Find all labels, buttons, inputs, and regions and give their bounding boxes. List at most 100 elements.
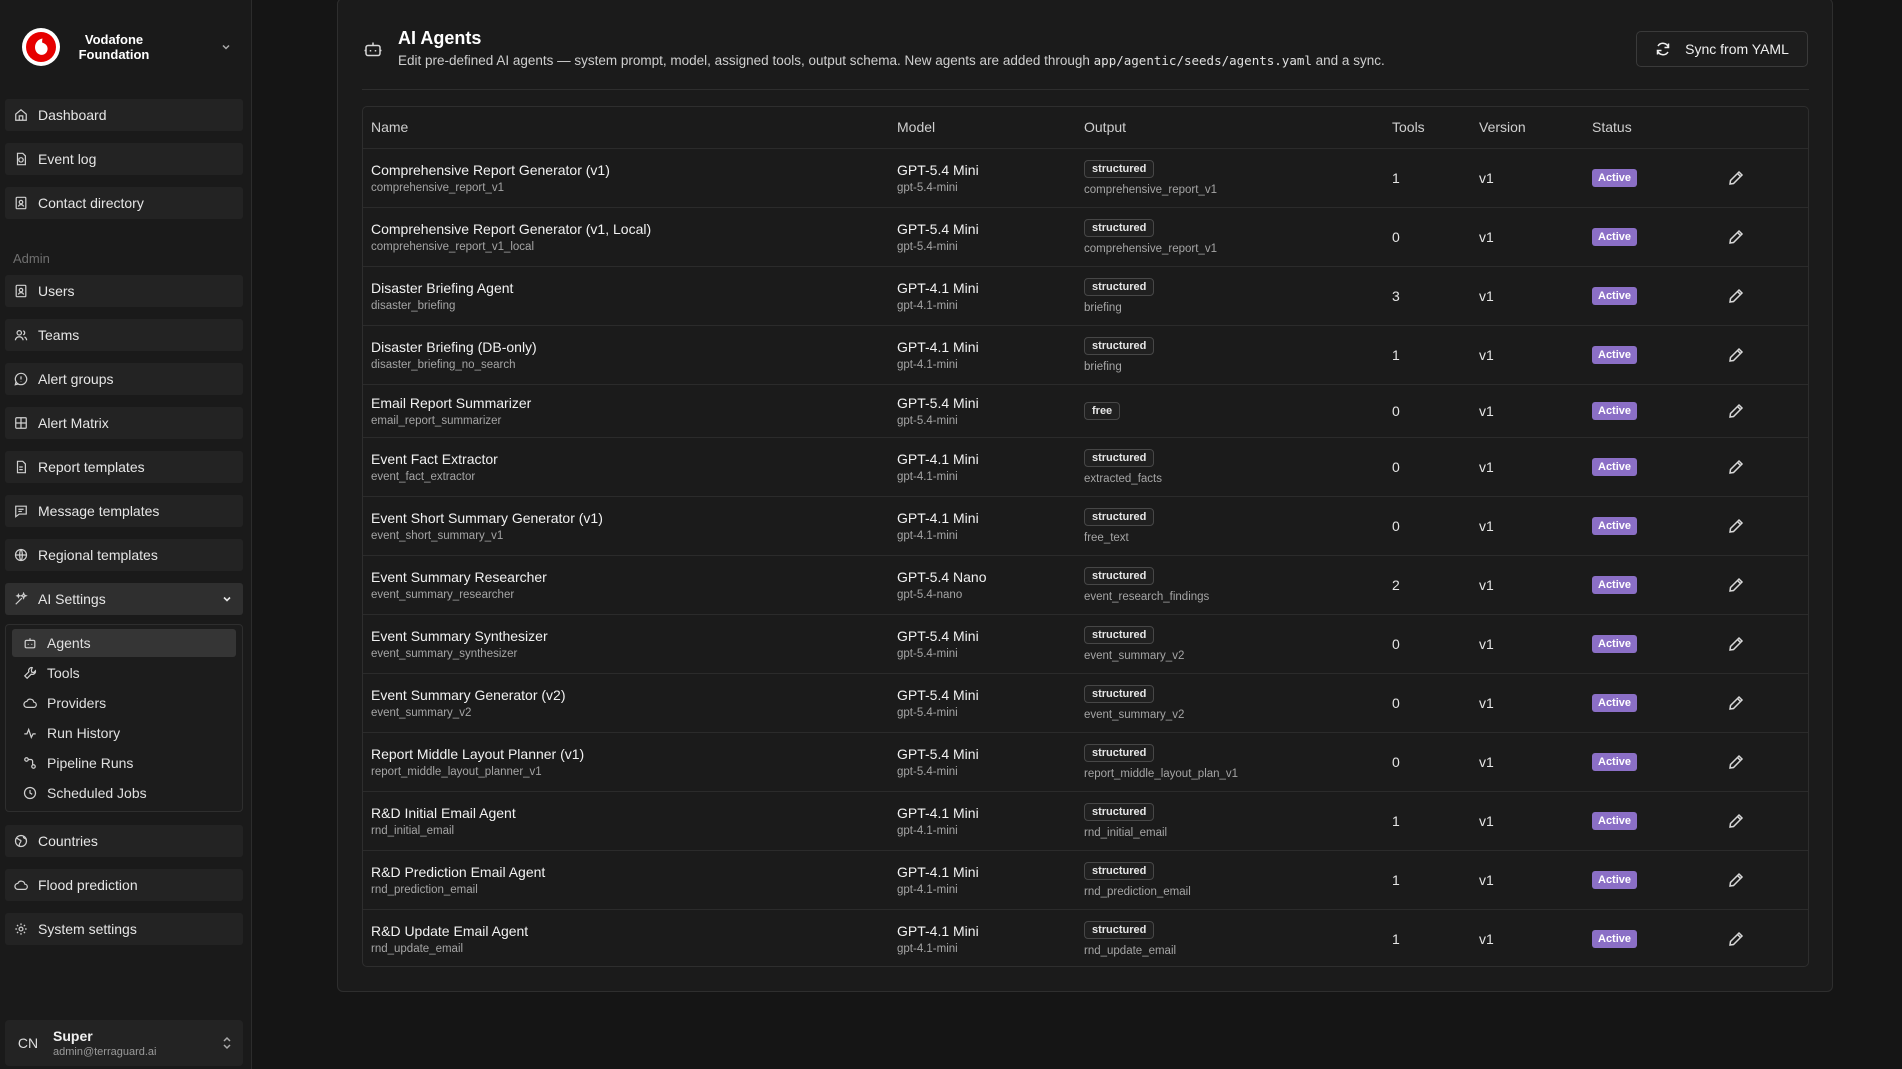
nav-report-templates[interactable]: Report templates bbox=[5, 451, 243, 483]
agent-name: Comprehensive Report Generator (v1) bbox=[371, 162, 610, 178]
nav-teams[interactable]: Teams bbox=[5, 319, 243, 351]
table-row[interactable]: Email Report Summarizer email_report_summ… bbox=[363, 384, 1808, 437]
nav-teams-label: Teams bbox=[38, 327, 80, 343]
table-row[interactable]: Event Short Summary Generator (v1) event_… bbox=[363, 496, 1808, 555]
agent-slug: rnd_initial_email bbox=[371, 825, 455, 837]
output-cell: structured rnd_update_email bbox=[1084, 920, 1176, 957]
agent-version: v1 bbox=[1479, 577, 1494, 593]
table-row[interactable]: Event Summary Researcher event_summary_re… bbox=[363, 555, 1808, 614]
nav-regional-templates[interactable]: Regional templates bbox=[5, 539, 243, 571]
subnav-run-history[interactable]: Run History bbox=[12, 719, 236, 747]
nav-users[interactable]: Users bbox=[5, 275, 243, 307]
edit-agent-button[interactable] bbox=[1728, 459, 1744, 475]
agent-name: Report Middle Layout Planner (v1) bbox=[371, 746, 585, 762]
edit-agent-button[interactable] bbox=[1728, 754, 1744, 770]
nav-flood-prediction[interactable]: Flood prediction bbox=[5, 869, 243, 901]
agent-slug: event_short_summary_v1 bbox=[371, 530, 504, 542]
status-badge: Active bbox=[1592, 576, 1638, 594]
brand-name-line1: Vodafone bbox=[84, 32, 144, 47]
nav-ai-settings[interactable]: AI Settings bbox=[5, 583, 243, 615]
table-row[interactable]: Comprehensive Report Generator (v1) compr… bbox=[363, 148, 1808, 207]
model-cell: GPT-5.4 Mini gpt-5.4-mini bbox=[897, 162, 979, 194]
subnav-pipeline-runs-label: Pipeline Runs bbox=[47, 755, 134, 771]
nav-alert-groups[interactable]: Alert groups bbox=[5, 363, 243, 395]
edit-agent-button[interactable] bbox=[1728, 403, 1744, 419]
table-row[interactable]: R&D Update Email Agent rnd_update_email GP… bbox=[363, 909, 1808, 968]
subnav-pipeline-runs[interactable]: Pipeline Runs bbox=[12, 749, 236, 777]
col-header-status: Status bbox=[1592, 119, 1632, 135]
model-id: gpt-4.1-mini bbox=[897, 884, 958, 896]
edit-agent-button[interactable] bbox=[1728, 347, 1744, 363]
edit-agent-button[interactable] bbox=[1728, 577, 1744, 593]
table-row[interactable]: Event Summary Synthesizer event_summary_s… bbox=[363, 614, 1808, 673]
user-menu[interactable]: CN Super admin@terraguard.ai bbox=[5, 1020, 243, 1066]
status-cell: Active bbox=[1592, 752, 1638, 771]
output-type-badge: structured bbox=[1084, 921, 1155, 939]
nav-system-settings[interactable]: System settings bbox=[5, 913, 243, 945]
col-header-name: Name bbox=[371, 119, 409, 135]
subnav-scheduled-jobs[interactable]: Scheduled Jobs bbox=[12, 779, 236, 807]
table-row[interactable]: Comprehensive Report Generator (v1, Loca… bbox=[363, 207, 1808, 266]
gear-icon bbox=[13, 921, 29, 937]
edit-agent-button[interactable] bbox=[1728, 813, 1744, 829]
agent-name-cell: Event Summary Researcher event_summary_re… bbox=[371, 569, 547, 601]
model-name: GPT-4.1 Mini bbox=[897, 451, 979, 467]
nav-dashboard[interactable]: Dashboard bbox=[5, 99, 243, 131]
table-row[interactable]: R&D Initial Email Agent rnd_initial_email… bbox=[363, 791, 1808, 850]
edit-agent-button[interactable] bbox=[1728, 170, 1744, 186]
edit-agent-button[interactable] bbox=[1728, 872, 1744, 888]
nav-event-log[interactable]: Event log bbox=[5, 143, 243, 175]
output-schema: extracted_facts bbox=[1084, 473, 1162, 485]
table-row[interactable]: Event Fact Extractor event_fact_extractor… bbox=[363, 437, 1808, 496]
output-cell: structured briefing bbox=[1084, 336, 1155, 373]
output-cell: structured briefing bbox=[1084, 277, 1155, 314]
model-id: gpt-5.4-mini bbox=[897, 648, 958, 660]
brand-name: Vodafone Foundation bbox=[72, 32, 156, 62]
model-cell: GPT-4.1 Mini gpt-4.1-mini bbox=[897, 805, 979, 837]
sync-from-yaml-button[interactable]: Sync from YAML bbox=[1636, 31, 1808, 67]
ai-settings-submenu: Agents Tools Providers Run History Pipel… bbox=[5, 624, 243, 812]
subnav-agents[interactable]: Agents bbox=[12, 629, 236, 657]
edit-agent-button[interactable] bbox=[1728, 518, 1744, 534]
agent-name-cell: R&D Initial Email Agent rnd_initial_email bbox=[371, 805, 516, 837]
edit-agent-button[interactable] bbox=[1728, 636, 1744, 652]
agent-version: v1 bbox=[1479, 229, 1494, 245]
nav-alert-matrix[interactable]: Alert Matrix bbox=[5, 407, 243, 439]
edit-agent-button[interactable] bbox=[1728, 695, 1744, 711]
nav-report-templates-label: Report templates bbox=[38, 459, 145, 475]
model-id: gpt-5.4-mini bbox=[897, 766, 958, 778]
output-schema: comprehensive_report_v1 bbox=[1084, 184, 1217, 196]
output-cell: structured event_research_findings bbox=[1084, 566, 1209, 603]
edit-agent-button[interactable] bbox=[1728, 229, 1744, 245]
table-row[interactable]: Disaster Briefing (DB-only) disaster_brie… bbox=[363, 325, 1808, 384]
subnav-tools-label: Tools bbox=[47, 665, 80, 681]
agent-name-cell: Event Summary Generator (v2) event_summar… bbox=[371, 687, 566, 719]
table-row[interactable]: Disaster Briefing Agent disaster_briefing… bbox=[363, 266, 1808, 325]
status-badge: Active bbox=[1592, 517, 1638, 535]
model-id: gpt-5.4-nano bbox=[897, 589, 963, 601]
org-switcher[interactable]: Vodafone Foundation bbox=[22, 27, 238, 67]
subnav-providers[interactable]: Providers bbox=[12, 689, 236, 717]
tools-count: 0 bbox=[1392, 754, 1400, 770]
nav-countries[interactable]: Countries bbox=[5, 825, 243, 857]
model-cell: GPT-4.1 Mini gpt-4.1-mini bbox=[897, 339, 979, 371]
tools-count: 0 bbox=[1392, 459, 1400, 475]
pencil-icon bbox=[1728, 459, 1744, 475]
model-cell: GPT-4.1 Mini gpt-4.1-mini bbox=[897, 923, 979, 955]
agent-name: Event Short Summary Generator (v1) bbox=[371, 510, 603, 526]
table-row[interactable]: Report Middle Layout Planner (v1) report_… bbox=[363, 732, 1808, 791]
model-id: gpt-4.1-mini bbox=[897, 300, 958, 312]
col-header-tools: Tools bbox=[1392, 119, 1425, 135]
output-cell: structured extracted_facts bbox=[1084, 448, 1162, 485]
subnav-tools[interactable]: Tools bbox=[12, 659, 236, 687]
table-row[interactable]: R&D Prediction Email Agent rnd_prediction… bbox=[363, 850, 1808, 909]
nav-message-templates[interactable]: Message templates bbox=[5, 495, 243, 527]
status-badge: Active bbox=[1592, 812, 1638, 830]
agent-slug: event_summary_researcher bbox=[371, 589, 515, 601]
edit-agent-button[interactable] bbox=[1728, 931, 1744, 947]
output-schema: report_middle_layout_plan_v1 bbox=[1084, 768, 1239, 780]
nav-contact-directory[interactable]: Contact directory bbox=[5, 187, 243, 219]
table-row[interactable]: Event Summary Generator (v2) event_summar… bbox=[363, 673, 1808, 732]
edit-agent-button[interactable] bbox=[1728, 288, 1744, 304]
status-badge: Active bbox=[1592, 402, 1638, 420]
